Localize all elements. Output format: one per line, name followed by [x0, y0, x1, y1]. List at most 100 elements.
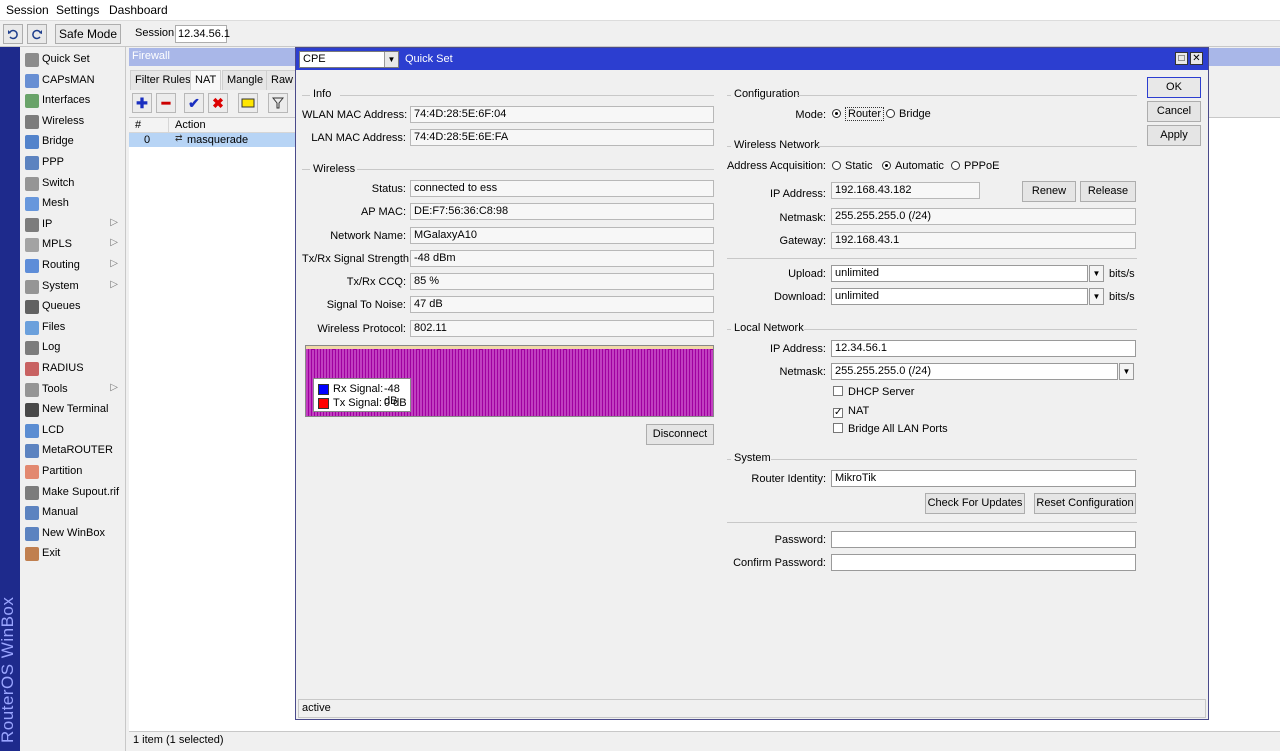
sidebar-item-log[interactable]: Log — [22, 338, 124, 358]
submenu-arrow-icon: ▷ — [110, 381, 118, 393]
disable-icon: ✖ — [212, 95, 224, 111]
menu-dashboard[interactable]: Dashboard — [109, 3, 168, 17]
bridge-all-lan-ports-checkbox[interactable]: Bridge All LAN Ports — [833, 423, 948, 435]
lan-netmask-label: Netmask: — [779, 366, 826, 378]
sidebar-item-routing[interactable]: Routing ▷ — [22, 256, 124, 276]
comment-button[interactable] — [238, 93, 258, 113]
close-button[interactable]: ✕ — [1190, 52, 1203, 65]
quickset-titlebar[interactable]: CPE ▼ Quick Set □ ✕ — [296, 48, 1208, 70]
download-input[interactable]: unlimited — [831, 288, 1088, 305]
download-dropdown[interactable]: ▼ — [1089, 288, 1104, 305]
interfaces-icon — [25, 94, 39, 109]
nat-checkbox[interactable]: ✓ NAT — [833, 405, 869, 418]
sidebar-item-interfaces[interactable]: Interfaces — [22, 91, 124, 111]
acq-pppoe-radio[interactable]: PPPoE — [951, 160, 999, 172]
sidebar-item-files[interactable]: Files — [22, 318, 124, 338]
ok-button[interactable]: OK — [1147, 77, 1201, 98]
sidebar-item-label: Interfaces — [42, 94, 91, 107]
group-divider — [302, 169, 310, 170]
safe-mode-button[interactable]: Safe Mode — [55, 24, 121, 44]
sidebar-item-new-terminal[interactable]: New Terminal — [22, 400, 124, 420]
filter-button[interactable] — [268, 93, 288, 113]
quickset-mode-select[interactable]: CPE ▼ — [299, 51, 399, 68]
chevron-down-icon: ▼ — [384, 52, 398, 67]
sidebar-item-capsman[interactable]: CAPsMAN — [22, 71, 124, 91]
sidebar-item-ip[interactable]: IP ▷ — [22, 215, 124, 235]
menu-settings[interactable]: Settings — [56, 3, 99, 17]
renew-button[interactable]: Renew — [1022, 181, 1076, 202]
acq-static-radio[interactable]: Static — [832, 160, 873, 172]
sidebar-item-bridge[interactable]: Bridge — [22, 132, 124, 152]
sidebar-item-mesh[interactable]: Mesh — [22, 194, 124, 214]
tab-nat[interactable]: NAT — [190, 70, 222, 90]
sidebar-item-exit[interactable]: Exit — [22, 544, 124, 564]
password-input[interactable] — [831, 531, 1136, 548]
sidebar-item-system[interactable]: System ▷ — [22, 277, 124, 297]
reset-configuration-button[interactable]: Reset Configuration — [1034, 493, 1136, 514]
menu-session[interactable]: Session — [6, 3, 49, 17]
winbox-side-strip: RouterOS WinBox — [0, 47, 20, 751]
table-row[interactable]: 0 ⇄ masquerade — [129, 133, 299, 147]
disable-button[interactable]: ✖ — [208, 93, 228, 113]
dhcp-server-checkbox[interactable]: DHCP Server — [833, 386, 914, 398]
release-button[interactable]: Release — [1080, 181, 1136, 202]
sidebar-item-partition[interactable]: Partition — [22, 462, 124, 482]
sidebar-item-radius[interactable]: RADIUS — [22, 359, 124, 379]
column-header-number[interactable]: # — [129, 118, 169, 133]
exit-icon — [25, 547, 39, 562]
mode-bridge-radio[interactable]: Bridge — [886, 108, 931, 120]
check-for-updates-button[interactable]: Check For Updates — [925, 493, 1025, 514]
sidebar-item-mpls[interactable]: MPLS ▷ — [22, 235, 124, 255]
quickset-window: CPE ▼ Quick Set □ ✕ OK Cancel Apply Info… — [295, 47, 1209, 720]
sidebar-item-new-winbox[interactable]: New WinBox — [22, 524, 124, 544]
sidebar-item-quick-set[interactable]: Quick Set — [22, 50, 124, 70]
add-button[interactable]: ✚ — [132, 93, 152, 113]
sidebar-item-lcd[interactable]: LCD — [22, 421, 124, 441]
group-divider — [357, 169, 714, 170]
disconnect-button[interactable]: Disconnect — [646, 424, 714, 445]
lan-ip-input[interactable]: 12.34.56.1 — [831, 340, 1136, 357]
checkbox-icon — [833, 386, 843, 396]
acq-automatic-radio[interactable]: Automatic — [882, 160, 944, 172]
group-divider — [727, 95, 731, 96]
sidebar-item-queues[interactable]: Queues — [22, 297, 124, 317]
mode-router-radio[interactable]: Router — [832, 107, 885, 121]
tab-raw[interactable]: Raw — [266, 70, 299, 90]
sidebar-item-tools[interactable]: Tools ▷ — [22, 380, 124, 400]
cancel-button[interactable]: Cancel — [1147, 101, 1201, 122]
wand-icon — [25, 53, 39, 67]
enable-button[interactable]: ✔ — [184, 93, 204, 113]
sidebar-item-label: Exit — [42, 547, 61, 560]
sidebar-item-ppp[interactable]: PPP — [22, 153, 124, 173]
sidebar-item-make-supout-rif[interactable]: Make Supout.rif — [22, 483, 124, 503]
undo-button[interactable] — [3, 24, 23, 44]
tab-mangle[interactable]: Mangle — [222, 70, 269, 90]
ccq-value: 85 % — [410, 273, 714, 290]
checkbox-icon — [833, 423, 843, 433]
lan-mac-label: LAN MAC Address: — [311, 132, 406, 144]
session-field[interactable]: 12.34.56.1 — [175, 25, 230, 43]
column-header-action[interactable]: Action — [169, 118, 299, 133]
lan-netmask-input[interactable]: 255.255.255.0 (/24) — [831, 363, 1118, 380]
tx-legend-label: Tx Signal: — [333, 397, 382, 409]
upload-input[interactable]: unlimited — [831, 265, 1088, 282]
chevron-down-icon: ▼ — [1122, 367, 1131, 376]
group-divider — [302, 95, 310, 96]
wireless-network-group-title: Wireless Network — [734, 139, 820, 151]
sidebar-item-switch[interactable]: Switch — [22, 174, 124, 194]
help-icon — [25, 506, 39, 521]
pie-icon — [25, 465, 39, 479]
tab-filter-rules[interactable]: Filter Rules — [130, 70, 196, 90]
redo-button[interactable] — [27, 24, 47, 44]
remove-button[interactable]: ━ — [156, 93, 176, 113]
sidebar-item-manual[interactable]: Manual — [22, 503, 124, 523]
sidebar: Quick Set CAPsMAN Interfaces Wireless Bridge… — [20, 47, 126, 751]
upload-dropdown[interactable]: ▼ — [1089, 265, 1104, 282]
sidebar-item-wireless[interactable]: Wireless — [22, 112, 124, 132]
sidebar-item-metarouter[interactable]: MetaROUTER — [22, 441, 124, 461]
apply-button[interactable]: Apply — [1147, 125, 1201, 146]
router-identity-input[interactable]: MikroTik — [831, 470, 1136, 487]
lan-netmask-dropdown[interactable]: ▼ — [1119, 363, 1134, 380]
confirm-password-input[interactable] — [831, 554, 1136, 571]
maximize-button[interactable]: □ — [1175, 52, 1188, 65]
